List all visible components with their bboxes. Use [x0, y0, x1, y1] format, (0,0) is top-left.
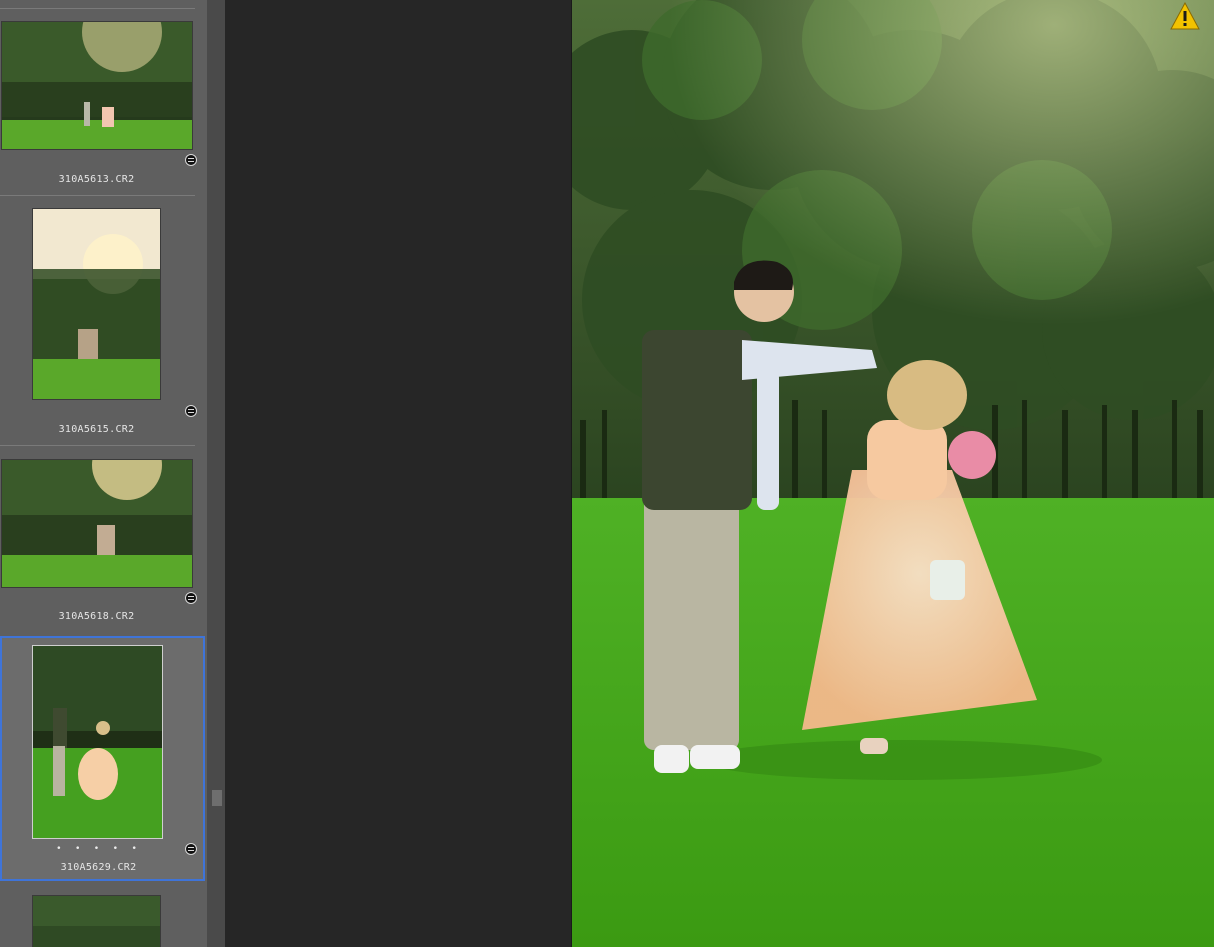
warning-icon[interactable]	[1170, 2, 1200, 30]
thumbnail-filename: 310A5618.CR2	[58, 611, 135, 622]
thumbnail-filename: 310A5629.CR2	[60, 862, 137, 873]
divider	[0, 195, 195, 196]
thumbnail-cell-selected[interactable]: • • • • • 310A5629.CR2	[0, 636, 205, 881]
thumbnail-filename: 310A5613.CR2	[58, 174, 135, 185]
thumbnail-filmstrip: 310A5613.CR2 310A5615.CR2 310A5618.CR2 •…	[0, 0, 207, 947]
thumbnail-image[interactable]	[1, 459, 193, 588]
main-photo-preview[interactable]	[571, 0, 1214, 947]
thumbnail-filename: 310A5615.CR2	[58, 424, 135, 435]
preview-photo	[572, 0, 1214, 947]
adjustment-badge-icon[interactable]	[185, 592, 197, 604]
rating-dots[interactable]: • • • • •	[2, 844, 195, 854]
thumbnail-cell[interactable]	[0, 881, 205, 947]
thumbnail-image[interactable]	[32, 208, 161, 400]
thumbnail-cell[interactable]: 310A5613.CR2	[0, 0, 205, 195]
thumbnail-image[interactable]	[32, 895, 161, 947]
thumbnail-cell[interactable]: 310A5615.CR2	[0, 195, 205, 445]
divider	[0, 445, 195, 446]
thumbnail-image[interactable]	[1, 21, 193, 150]
thumbnail-image[interactable]	[32, 645, 163, 839]
adjustment-badge-icon[interactable]	[185, 843, 197, 855]
adjustment-badge-icon[interactable]	[185, 405, 197, 417]
adjustment-badge-icon[interactable]	[185, 154, 197, 166]
scrollbar-thumb[interactable]	[212, 790, 222, 806]
thumbnail-cell[interactable]: 310A5618.CR2	[0, 445, 205, 633]
divider	[0, 8, 195, 9]
filmstrip-scrollbar[interactable]	[207, 0, 225, 947]
